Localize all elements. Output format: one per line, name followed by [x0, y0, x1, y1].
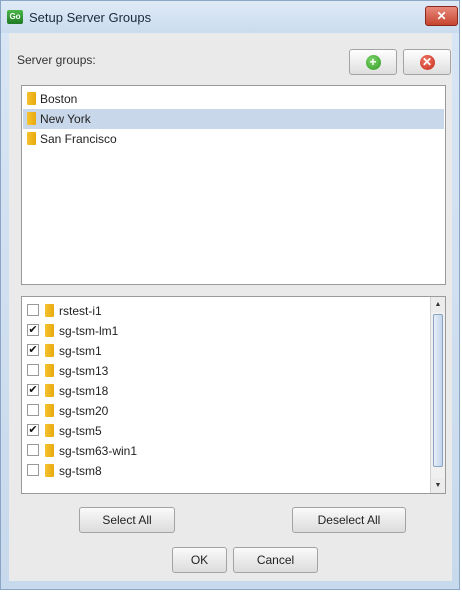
title-bar[interactable]: Go Setup Server Groups ✕	[1, 1, 459, 33]
server-checkbox[interactable]	[27, 404, 39, 416]
remove-icon: ✕	[419, 54, 435, 70]
setup-server-groups-dialog: Go Setup Server Groups ✕ Server groups: …	[0, 0, 460, 590]
add-group-button[interactable]: +	[349, 49, 397, 75]
folder-icon	[45, 324, 54, 337]
server-label: sg-tsm18	[59, 384, 109, 398]
server-label: sg-tsm13	[59, 364, 109, 378]
server-label: sg-tsm20	[59, 404, 109, 418]
group-label: New York	[40, 112, 91, 126]
group-label: Boston	[40, 92, 78, 106]
server-checkbox[interactable]	[27, 444, 39, 456]
server-row[interactable]: sg-tsm8	[22, 461, 430, 481]
servers-list[interactable]: rstest-i1 ✔ sg-tsm-lm1 ✔ sg-tsm1 sg-tsm1…	[21, 296, 446, 494]
server-groups-label: Server groups:	[17, 53, 96, 67]
server-checkbox[interactable]	[27, 464, 39, 476]
folder-icon	[45, 384, 54, 397]
folder-icon	[45, 344, 54, 357]
window-title: Setup Server Groups	[29, 10, 152, 25]
close-button[interactable]: ✕	[425, 6, 458, 26]
scroll-thumb[interactable]	[433, 314, 443, 467]
server-label: rstest-i1	[59, 304, 102, 318]
folder-icon	[45, 464, 54, 477]
server-label: sg-tsm5	[59, 424, 102, 438]
server-row[interactable]: ✔ sg-tsm-lm1	[22, 321, 430, 341]
group-item-boston[interactable]: Boston	[23, 89, 444, 109]
folder-icon	[27, 112, 36, 125]
server-row[interactable]: ✔ sg-tsm1	[22, 341, 430, 361]
app-icon: Go	[7, 10, 23, 24]
remove-group-button[interactable]: ✕	[403, 49, 451, 75]
server-groups-list[interactable]: Boston New York San Francisco	[21, 85, 446, 285]
server-row[interactable]: rstest-i1	[22, 301, 430, 321]
folder-icon	[45, 364, 54, 377]
cancel-button[interactable]: Cancel	[233, 547, 318, 573]
ok-button[interactable]: OK	[172, 547, 227, 573]
folder-icon	[45, 404, 54, 417]
vertical-scrollbar[interactable]: ▲ ▼	[430, 297, 445, 493]
server-row[interactable]: ✔ sg-tsm18	[22, 381, 430, 401]
dialog-body: Server groups: + ✕ Boston New York San F…	[9, 33, 452, 581]
server-checkbox[interactable]: ✔	[27, 324, 39, 336]
folder-icon	[45, 424, 54, 437]
server-label: sg-tsm8	[59, 464, 102, 478]
server-checkbox[interactable]	[27, 364, 39, 376]
folder-icon	[27, 92, 36, 105]
server-checkbox[interactable]: ✔	[27, 344, 39, 356]
server-row[interactable]: sg-tsm63-win1	[22, 441, 430, 461]
server-checkbox[interactable]: ✔	[27, 384, 39, 396]
server-row[interactable]: sg-tsm13	[22, 361, 430, 381]
server-row[interactable]: ✔ sg-tsm5	[22, 421, 430, 441]
group-label: San Francisco	[40, 132, 117, 146]
deselect-all-button[interactable]: Deselect All	[292, 507, 406, 533]
scroll-up-arrow-icon[interactable]: ▲	[431, 297, 445, 312]
add-icon: +	[365, 54, 381, 70]
scroll-down-arrow-icon[interactable]: ▼	[431, 478, 445, 493]
server-label: sg-tsm63-win1	[59, 444, 138, 458]
server-row[interactable]: sg-tsm20	[22, 401, 430, 421]
folder-icon	[27, 132, 36, 145]
select-all-button[interactable]: Select All	[79, 507, 175, 533]
folder-icon	[45, 444, 54, 457]
group-item-new-york[interactable]: New York	[23, 109, 444, 129]
group-item-san-francisco[interactable]: San Francisco	[23, 129, 444, 149]
folder-icon	[45, 304, 54, 317]
server-checkbox[interactable]	[27, 304, 39, 316]
server-checkbox[interactable]: ✔	[27, 424, 39, 436]
server-label: sg-tsm1	[59, 344, 102, 358]
server-label: sg-tsm-lm1	[59, 324, 119, 338]
